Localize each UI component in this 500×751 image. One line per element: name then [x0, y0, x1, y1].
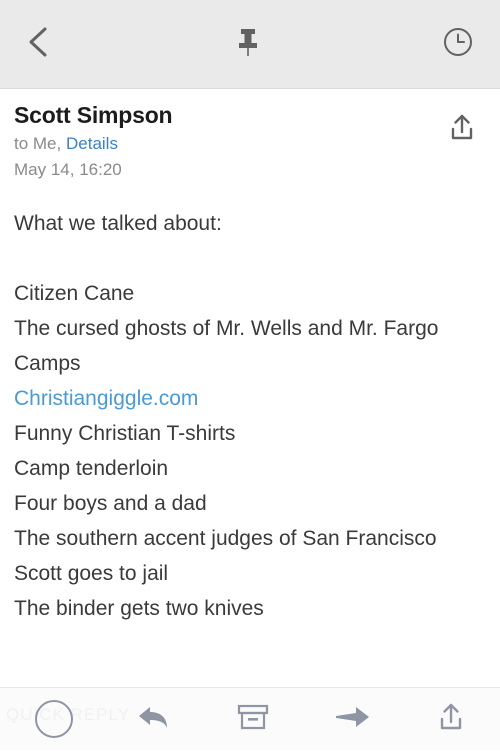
body-line: Funny Christian T-shirts	[14, 421, 236, 445]
message-date: May 14, 16:20	[14, 160, 122, 180]
top-bar	[0, 0, 500, 89]
pin-button[interactable]	[62, 26, 434, 63]
quick-reply-circle-icon	[35, 700, 73, 738]
message-body: What we talked about: Citizen Cane The c…	[0, 192, 500, 626]
clock-icon	[442, 26, 474, 63]
bottom-action-bar: QUICK REPLY	[0, 687, 500, 750]
archive-box-icon	[234, 700, 272, 739]
body-link[interactable]: Christiangiggle.com	[14, 381, 486, 416]
body-line: What we talked about:	[14, 211, 222, 235]
message-header: Scott Simpson to Me, Details May 14, 16:…	[0, 89, 500, 192]
recipient-line: to Me, Details	[14, 131, 172, 157]
body-line: Camp tenderloin	[14, 456, 169, 480]
forward-button[interactable]	[302, 688, 401, 751]
archive-button[interactable]	[203, 688, 302, 751]
body-line: Citizen Cane	[14, 281, 135, 305]
back-button[interactable]	[14, 20, 62, 68]
quick-reply-button[interactable]: QUICK REPLY	[0, 688, 129, 751]
chevron-left-icon	[25, 25, 51, 64]
forward-arrow-icon	[330, 702, 374, 737]
recipient-prefix: to Me,	[14, 134, 62, 154]
reply-arrow-icon	[134, 701, 174, 738]
body-line: Camps	[14, 351, 81, 375]
message-header-text: Scott Simpson to Me, Details May 14, 16:…	[14, 101, 173, 184]
bottom-share-button[interactable]	[401, 688, 500, 751]
header-share-button[interactable]	[440, 107, 484, 151]
body-line: The southern accent judges of San Franci…	[14, 526, 437, 550]
body-line: Four boys and a dad	[14, 491, 207, 515]
body-line: The cursed ghosts of Mr. Wells and Mr. F…	[14, 316, 439, 340]
share-icon	[436, 700, 466, 739]
body-line: Scott goes to jail	[14, 561, 169, 585]
body-line: The binder gets two knives	[14, 596, 264, 620]
share-icon	[447, 111, 477, 148]
body-line-blank	[14, 241, 486, 276]
sender-name: Scott Simpson	[14, 102, 173, 128]
snooze-button[interactable]	[434, 20, 482, 68]
details-link[interactable]: Details	[66, 134, 118, 153]
pin-icon	[235, 26, 261, 63]
